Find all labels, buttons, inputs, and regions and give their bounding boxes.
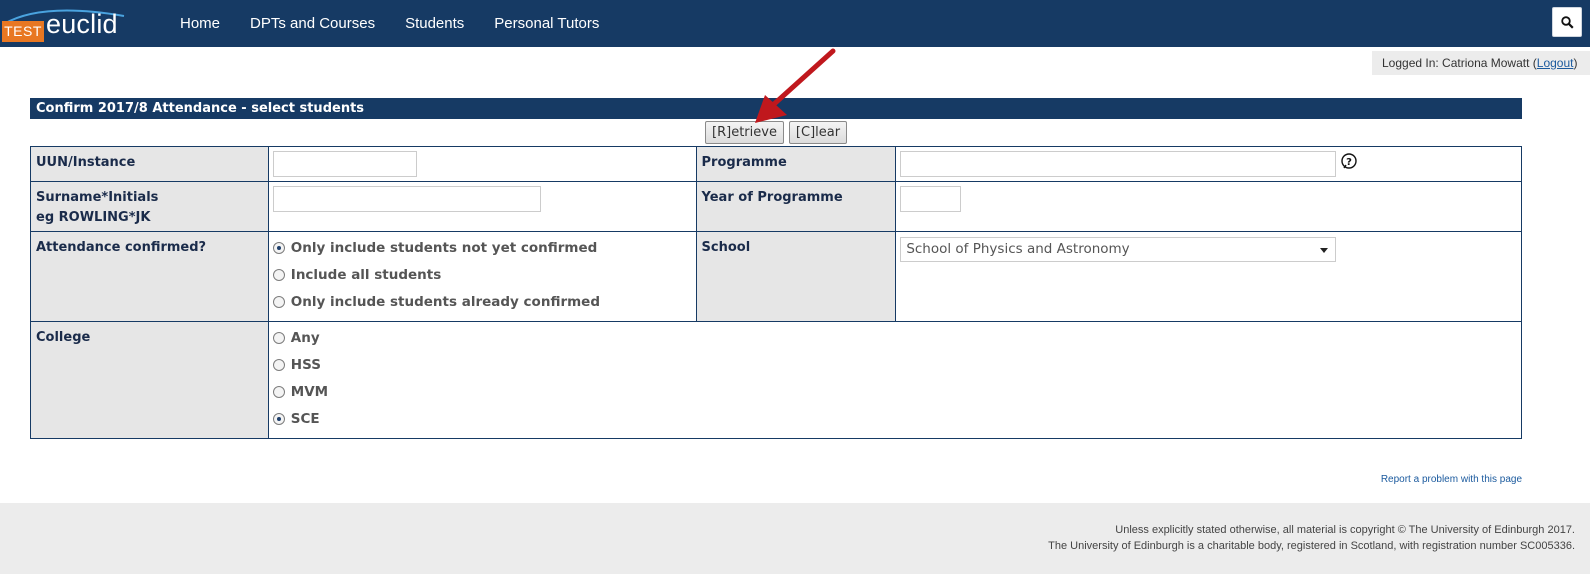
- attendance-label: Attendance confirmed?: [30, 231, 269, 322]
- help-icon[interactable]: ?: [1340, 153, 1358, 175]
- clear-button[interactable]: [C]lear: [789, 121, 847, 144]
- college-option-sce[interactable]: SCE: [272, 405, 1517, 432]
- footer-copyright: Unless explicitly stated otherwise, all …: [1115, 524, 1575, 536]
- radio-selected-icon[interactable]: [272, 412, 285, 425]
- radio-icon[interactable]: [272, 268, 285, 281]
- college-option-label: MVM: [290, 383, 329, 400]
- surname-cell: [267, 181, 697, 232]
- college-option-hss[interactable]: HSS: [272, 351, 1517, 378]
- college-option-label: HSS: [290, 356, 321, 373]
- nav-personal-tutors[interactable]: Personal Tutors: [494, 15, 599, 32]
- radio-icon[interactable]: [272, 295, 285, 308]
- report-problem-link[interactable]: Report a problem with this page: [1372, 474, 1522, 485]
- logged-in-close: ): [1573, 56, 1578, 70]
- programme-cell: ?: [895, 146, 1522, 182]
- year-label: Year of Programme: [695, 181, 897, 232]
- search-icon: [1561, 16, 1574, 29]
- top-navbar: TEST euclid Home DPTs and Courses Studen…: [0, 0, 1590, 47]
- surname-label: Surname*Initials eg ROWLING*JK: [30, 181, 269, 232]
- logged-in-status: Logged In: Catriona Mowatt (Logout): [1372, 51, 1590, 75]
- footer-charity: The University of Edinburgh is a charita…: [1048, 540, 1575, 552]
- college-option-mvm[interactable]: MVM: [272, 378, 1517, 405]
- surname-input[interactable]: [272, 186, 541, 212]
- college-option-label: Any: [290, 329, 320, 346]
- college-options: Any HSS MVM SCE: [267, 321, 1523, 439]
- attendance-option-label: Only include students already confirmed: [290, 293, 600, 310]
- footer: Unless explicitly stated otherwise, all …: [0, 503, 1590, 574]
- surname-label-line1: Surname*Initials: [36, 190, 159, 205]
- uun-input[interactable]: [272, 151, 417, 177]
- retrieve-button[interactable]: [R]etrieve: [705, 121, 784, 144]
- nav-home[interactable]: Home: [180, 15, 220, 32]
- logo-wordmark: euclid: [46, 9, 118, 39]
- attendance-option-label: Include all students: [290, 266, 442, 283]
- attendance-option-all[interactable]: Include all students: [272, 261, 692, 288]
- college-option-label: SCE: [290, 410, 320, 427]
- chevron-down-icon: [1320, 248, 1329, 253]
- surname-label-line2: eg ROWLING*JK: [36, 210, 151, 225]
- logout-link[interactable]: Logout: [1537, 56, 1574, 70]
- school-select[interactable]: School of Physics and Astronomy: [900, 237, 1337, 262]
- uun-cell: [267, 146, 697, 182]
- year-cell: [895, 181, 1522, 232]
- student-search-form: UUN/Instance Programme ? Surname*Initial…: [30, 146, 1523, 439]
- radio-icon[interactable]: [272, 331, 285, 344]
- logged-in-user: Logged In: Catriona Mowatt (: [1382, 56, 1537, 70]
- programme-input[interactable]: [900, 151, 1337, 177]
- attendance-options: Only include students not yet confirmed …: [267, 231, 697, 322]
- school-cell: School of Physics and Astronomy: [895, 231, 1522, 322]
- attendance-option-already-confirmed[interactable]: Only include students already confirmed: [272, 288, 692, 315]
- nav-students[interactable]: Students: [405, 15, 464, 32]
- panel-title: Confirm 2017/8 Attendance - select stude…: [30, 98, 1522, 119]
- radio-icon[interactable]: [272, 358, 285, 371]
- school-label: School: [695, 231, 897, 322]
- school-selected-value: School of Physics and Astronomy: [906, 241, 1130, 257]
- search-button[interactable]: [1552, 7, 1582, 37]
- college-label: College: [30, 321, 269, 439]
- radio-icon[interactable]: [272, 385, 285, 398]
- programme-label: Programme: [695, 146, 897, 182]
- radio-selected-icon[interactable]: [272, 241, 285, 254]
- attendance-option-not-yet-confirmed[interactable]: Only include students not yet confirmed: [272, 234, 692, 261]
- main-nav: Home DPTs and Courses Students Personal …: [180, 0, 629, 47]
- attendance-option-label: Only include students not yet confirmed: [290, 239, 598, 256]
- year-input[interactable]: [900, 186, 962, 212]
- logo-test-badge: TEST: [2, 21, 44, 42]
- svg-text:?: ?: [1346, 157, 1352, 168]
- nav-dpts-and-courses[interactable]: DPTs and Courses: [250, 15, 375, 32]
- college-option-any[interactable]: Any: [272, 324, 1517, 351]
- euclid-logo[interactable]: TEST euclid: [2, 6, 128, 42]
- uun-label: UUN/Instance: [30, 146, 269, 182]
